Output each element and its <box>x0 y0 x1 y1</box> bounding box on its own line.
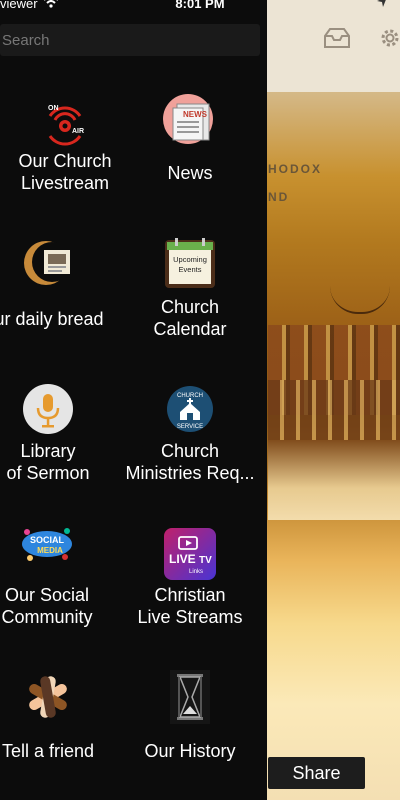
microphone-icon <box>23 384 73 434</box>
menu-label-line1: Church <box>160 297 220 317</box>
menu-label-line1: Our History <box>144 741 236 761</box>
inbox-icon[interactable] <box>323 26 351 50</box>
menu-label-line1: ur daily bread <box>0 309 104 329</box>
social-media-icon: SOCIAL MEDIA <box>22 528 72 561</box>
svg-text:ON: ON <box>48 105 59 112</box>
calendar-icon: Upcoming Events <box>165 238 215 288</box>
hands-icon <box>29 676 67 718</box>
daily-bread-icon <box>24 241 72 285</box>
live-tv-icon: LIVE TV Links <box>164 528 216 580</box>
social-media-icon-text-1: SOCIAL <box>30 535 65 545</box>
menu-label-line1: Library <box>20 441 76 461</box>
church-service-icon: CHURCH SERVICE <box>167 386 213 432</box>
social-media-icon-text-2: MEDIA <box>37 546 63 555</box>
menu-label-line1: News <box>167 163 213 183</box>
search-input[interactable] <box>0 24 260 56</box>
status-time: 8:01 PM <box>175 0 225 11</box>
menu-label-line1: Tell a friend <box>1 741 95 761</box>
svg-text:AIR: AIR <box>72 128 84 135</box>
menu-label-line1: Our Social <box>4 585 90 605</box>
menu-label-line2: of Sermon <box>6 463 90 483</box>
menu-label-line1: Christian <box>154 585 226 605</box>
menu-label-line2: Ministries Req... <box>125 463 255 483</box>
menu-label-line2: Live Streams <box>137 607 243 627</box>
calendar-icon-text-1: Upcoming <box>173 255 207 264</box>
iconostasis-image-lower <box>268 380 400 440</box>
background-title-line1: HODOX <box>268 162 323 176</box>
calendar-icon-text-2: Events <box>179 265 202 274</box>
search-field[interactable] <box>0 24 260 56</box>
on-air-icon: ON AIR <box>48 105 84 146</box>
menu-label-line2: Calendar <box>153 319 227 339</box>
gear-icon[interactable] <box>376 26 400 50</box>
share-button[interactable]: Share <box>268 757 365 789</box>
light-beam-image <box>268 440 400 520</box>
news-icon: NEWS <box>163 94 213 144</box>
live-tv-icon-text-1: LIVE <box>169 552 196 566</box>
menu-label-line2: Community <box>1 607 93 627</box>
chandelier-image <box>330 286 390 314</box>
background-title-line2: ND <box>268 190 290 204</box>
side-drawer: ON AIR Our Church Livestream NEWS News <box>0 0 267 800</box>
svg-text:TV: TV <box>199 555 212 566</box>
location-arrow-icon <box>377 0 386 7</box>
menu-label-line1: Church <box>160 441 220 461</box>
church-service-icon-text-2: SERVICE <box>177 424 203 430</box>
hourglass-icon <box>170 670 210 724</box>
status-bar: viewer 8:01 PM <box>0 0 400 12</box>
svg-text:NEWS: NEWS <box>183 110 208 119</box>
live-tv-icon-text-2: Links <box>189 569 203 575</box>
